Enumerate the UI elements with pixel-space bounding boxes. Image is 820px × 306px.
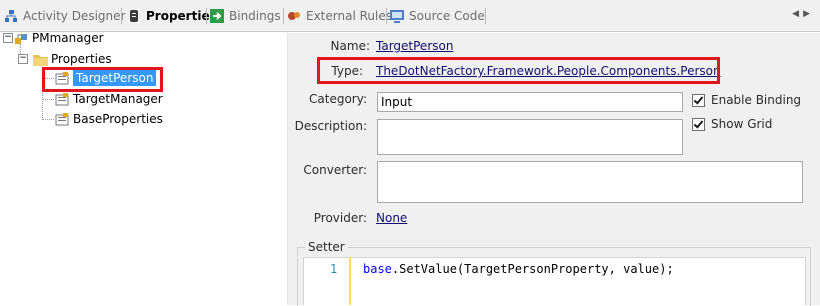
category-field[interactable]: Input [377, 92, 683, 112]
properties-icon [127, 9, 141, 23]
tree-item-label: TargetManager [73, 92, 163, 106]
activity-designer-icon [4, 9, 18, 23]
line-number: 1 [330, 262, 338, 276]
collapse-properties-toggle[interactable]: − [18, 54, 28, 64]
tab-label: External Rules [306, 9, 392, 23]
name-label: Name: [330, 39, 370, 53]
tab-properties[interactable]: Properties [127, 6, 217, 26]
tree-item-properties-folder[interactable]: Properties [33, 51, 112, 67]
tab-external-rules[interactable]: External Rules [287, 6, 392, 26]
tree-item-root[interactable]: PMmanager [14, 30, 104, 46]
bindings-icon [210, 9, 224, 23]
show-grid-checkbox[interactable]: Show Grid [692, 117, 772, 131]
enable-binding-checkbox[interactable]: Enable Binding [692, 93, 801, 107]
tree-item-baseproperties[interactable]: BaseProperties [55, 111, 163, 127]
checkbox-checked-icon [692, 93, 705, 107]
description-field[interactable] [377, 119, 683, 155]
tab-label: Bindings [229, 9, 281, 23]
tab-bindings[interactable]: Bindings [210, 6, 281, 26]
collapse-root-toggle[interactable]: − [3, 33, 13, 43]
code-line[interactable]: base.SetValue(TargetPersonProperty, valu… [363, 262, 674, 276]
category-label: Category: [309, 92, 367, 106]
converter-field[interactable] [377, 161, 803, 203]
code-text: .SetValue(TargetPersonProperty, value); [391, 262, 674, 276]
code-gutter-marker [349, 257, 351, 305]
tab-source-code[interactable]: Source Code [390, 6, 485, 26]
tab-activity-designer[interactable]: Activity Designer [4, 6, 125, 26]
name-value[interactable]: TargetPerson [376, 39, 453, 53]
tab-label: Source Code [409, 9, 485, 23]
setter-title: Setter [305, 240, 348, 254]
source-code-icon [390, 9, 404, 23]
code-keyword: base [363, 262, 392, 276]
checkbox-checked-icon [692, 117, 705, 131]
highlight-box-type [317, 57, 720, 84]
tab-scroll-arrows[interactable]: ◀▶ [792, 9, 814, 19]
tab-bar: Activity Designer Properties Bindings Ex… [0, 0, 820, 32]
tree-root-label: PMmanager [32, 31, 104, 45]
tree-item-label: BaseProperties [73, 112, 163, 126]
show-grid-label: Show Grid [711, 117, 773, 131]
provider-link[interactable]: None [376, 211, 407, 225]
description-label: Description: [294, 119, 367, 133]
property-icon [55, 92, 69, 106]
highlight-box-tree [42, 67, 163, 92]
folder-icon [33, 53, 48, 66]
tab-label: Activity Designer [23, 9, 126, 23]
component-icon [14, 32, 28, 45]
property-icon [55, 112, 69, 126]
external-rules-icon [287, 9, 301, 23]
enable-binding-label: Enable Binding [711, 93, 802, 107]
converter-label: Converter: [303, 163, 367, 177]
tree-folder-label: Properties [51, 52, 112, 66]
provider-label: Provider: [313, 211, 367, 225]
tree-item-targetmanager[interactable]: TargetManager [55, 91, 163, 107]
